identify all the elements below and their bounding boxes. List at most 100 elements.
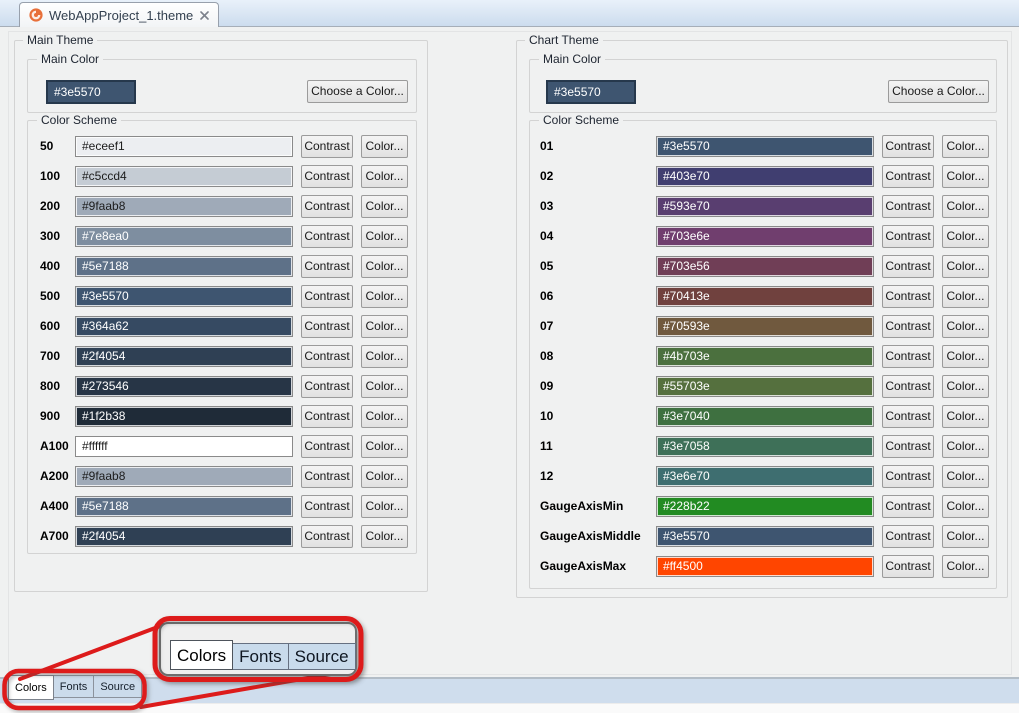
color-button[interactable]: Color... bbox=[942, 435, 989, 458]
main-theme-color-scheme-group: Color Scheme 50 #eceef1 Contrast Color..… bbox=[27, 120, 417, 554]
scheme-row-label: 400 bbox=[40, 259, 75, 273]
magnified-tab-fonts[interactable]: Fonts bbox=[233, 643, 289, 670]
tab-fonts[interactable]: Fonts bbox=[54, 675, 95, 698]
scheme-row-label: 08 bbox=[540, 349, 656, 363]
color-button[interactable]: Color... bbox=[361, 315, 408, 338]
contrast-button[interactable]: Contrast bbox=[882, 345, 934, 368]
color-button[interactable]: Color... bbox=[361, 345, 408, 368]
color-scheme-row: 10 #3e7040 Contrast Color... bbox=[530, 401, 996, 431]
contrast-button[interactable]: Contrast bbox=[301, 195, 353, 218]
color-button[interactable]: Color... bbox=[361, 165, 408, 188]
contrast-button[interactable]: Contrast bbox=[301, 495, 353, 518]
contrast-button[interactable]: Contrast bbox=[882, 165, 934, 188]
color-scheme-row: 100 #c5ccd4 Contrast Color... bbox=[28, 161, 416, 191]
contrast-button[interactable]: Contrast bbox=[301, 405, 353, 428]
color-button[interactable]: Color... bbox=[361, 435, 408, 458]
color-button[interactable]: Color... bbox=[361, 375, 408, 398]
color-button[interactable]: Color... bbox=[942, 375, 989, 398]
color-scheme-row: GaugeAxisMax #ff4500 Contrast Color... bbox=[530, 551, 996, 581]
scheme-row-label: 09 bbox=[540, 379, 656, 393]
contrast-button[interactable]: Contrast bbox=[301, 375, 353, 398]
color-button[interactable]: Color... bbox=[942, 555, 989, 578]
color-button[interactable]: Color... bbox=[361, 195, 408, 218]
bottom-tab-strip bbox=[0, 677, 1019, 703]
color-button[interactable]: Color... bbox=[361, 465, 408, 488]
contrast-button[interactable]: Contrast bbox=[882, 315, 934, 338]
color-button[interactable]: Color... bbox=[942, 495, 989, 518]
color-button[interactable]: Color... bbox=[942, 465, 989, 488]
color-button[interactable]: Color... bbox=[942, 525, 989, 548]
color-button[interactable]: Color... bbox=[942, 285, 989, 308]
color-button[interactable]: Color... bbox=[942, 255, 989, 278]
color-button[interactable]: Color... bbox=[942, 165, 989, 188]
scheme-row-label: 03 bbox=[540, 199, 656, 213]
tab-colors[interactable]: Colors bbox=[8, 675, 54, 700]
scheme-row-label: 01 bbox=[540, 139, 656, 153]
contrast-button[interactable]: Contrast bbox=[301, 465, 353, 488]
editor-tab-webappproject[interactable]: WebAppProject_1.theme bbox=[19, 2, 219, 27]
scheme-color-swatch: #3e5570 bbox=[656, 136, 874, 157]
color-button[interactable]: Color... bbox=[942, 315, 989, 338]
magnified-tab-source[interactable]: Source bbox=[289, 643, 356, 670]
contrast-button[interactable]: Contrast bbox=[882, 435, 934, 458]
close-icon[interactable] bbox=[200, 11, 209, 20]
color-button[interactable]: Color... bbox=[942, 345, 989, 368]
contrast-button[interactable]: Contrast bbox=[301, 435, 353, 458]
color-button[interactable]: Color... bbox=[361, 525, 408, 548]
contrast-button[interactable]: Contrast bbox=[882, 405, 934, 428]
contrast-button[interactable]: Contrast bbox=[882, 225, 934, 248]
color-button[interactable]: Color... bbox=[361, 285, 408, 308]
main-theme-title: Main Theme bbox=[23, 33, 97, 47]
scheme-row-label: 12 bbox=[540, 469, 656, 483]
contrast-button[interactable]: Contrast bbox=[882, 375, 934, 398]
color-button[interactable]: Color... bbox=[942, 225, 989, 248]
scheme-color-swatch: #364a62 bbox=[75, 316, 293, 337]
color-button[interactable]: Color... bbox=[361, 225, 408, 248]
contrast-button[interactable]: Contrast bbox=[301, 255, 353, 278]
color-button[interactable]: Color... bbox=[361, 135, 408, 158]
contrast-button[interactable]: Contrast bbox=[882, 465, 934, 488]
color-button[interactable]: Color... bbox=[361, 495, 408, 518]
contrast-button[interactable]: Contrast bbox=[882, 495, 934, 518]
scheme-row-label: 600 bbox=[40, 319, 75, 333]
contrast-button[interactable]: Contrast bbox=[882, 525, 934, 548]
choose-a-color-button[interactable]: Choose a Color... bbox=[888, 80, 989, 103]
contrast-button[interactable]: Contrast bbox=[301, 345, 353, 368]
scheme-row-label: 100 bbox=[40, 169, 75, 183]
contrast-button[interactable]: Contrast bbox=[301, 225, 353, 248]
scheme-row-label: 02 bbox=[540, 169, 656, 183]
tab-source[interactable]: Source bbox=[94, 675, 142, 698]
color-scheme-row: 03 #593e70 Contrast Color... bbox=[530, 191, 996, 221]
scheme-color-swatch: #ff4500 bbox=[656, 556, 874, 577]
magnified-tab-colors[interactable]: Colors bbox=[170, 640, 233, 670]
contrast-button[interactable]: Contrast bbox=[301, 525, 353, 548]
color-button[interactable]: Color... bbox=[942, 135, 989, 158]
theme-file-icon bbox=[29, 8, 43, 22]
scheme-color-swatch: #593e70 bbox=[656, 196, 874, 217]
contrast-button[interactable]: Contrast bbox=[301, 315, 353, 338]
scheme-color-swatch: #3e5570 bbox=[75, 286, 293, 307]
color-scheme-row: 01 #3e5570 Contrast Color... bbox=[530, 131, 996, 161]
color-button[interactable]: Color... bbox=[361, 405, 408, 428]
contrast-button[interactable]: Contrast bbox=[882, 285, 934, 308]
color-scheme-row: 900 #1f2b38 Contrast Color... bbox=[28, 401, 416, 431]
color-scheme-rows: 50 #eceef1 Contrast Color... 100 #c5ccd4… bbox=[28, 131, 416, 551]
contrast-button[interactable]: Contrast bbox=[882, 195, 934, 218]
contrast-button[interactable]: Contrast bbox=[882, 135, 934, 158]
color-scheme-row: GaugeAxisMiddle #3e5570 Contrast Color..… bbox=[530, 521, 996, 551]
scheme-row-label: 07 bbox=[540, 319, 656, 333]
color-button[interactable]: Color... bbox=[942, 195, 989, 218]
contrast-button[interactable]: Contrast bbox=[301, 285, 353, 308]
color-button[interactable]: Color... bbox=[942, 405, 989, 428]
color-scheme-row: 08 #4b703e Contrast Color... bbox=[530, 341, 996, 371]
scheme-color-swatch: #eceef1 bbox=[75, 136, 293, 157]
color-button[interactable]: Color... bbox=[361, 255, 408, 278]
scheme-color-swatch: #c5ccd4 bbox=[75, 166, 293, 187]
contrast-button[interactable]: Contrast bbox=[882, 555, 934, 578]
contrast-button[interactable]: Contrast bbox=[882, 255, 934, 278]
chart-theme-group: Chart Theme Main Color #3e5570 Choose a … bbox=[516, 40, 1008, 598]
contrast-button[interactable]: Contrast bbox=[301, 135, 353, 158]
choose-a-color-button[interactable]: Choose a Color... bbox=[307, 80, 408, 103]
contrast-button[interactable]: Contrast bbox=[301, 165, 353, 188]
color-scheme-row: 50 #eceef1 Contrast Color... bbox=[28, 131, 416, 161]
